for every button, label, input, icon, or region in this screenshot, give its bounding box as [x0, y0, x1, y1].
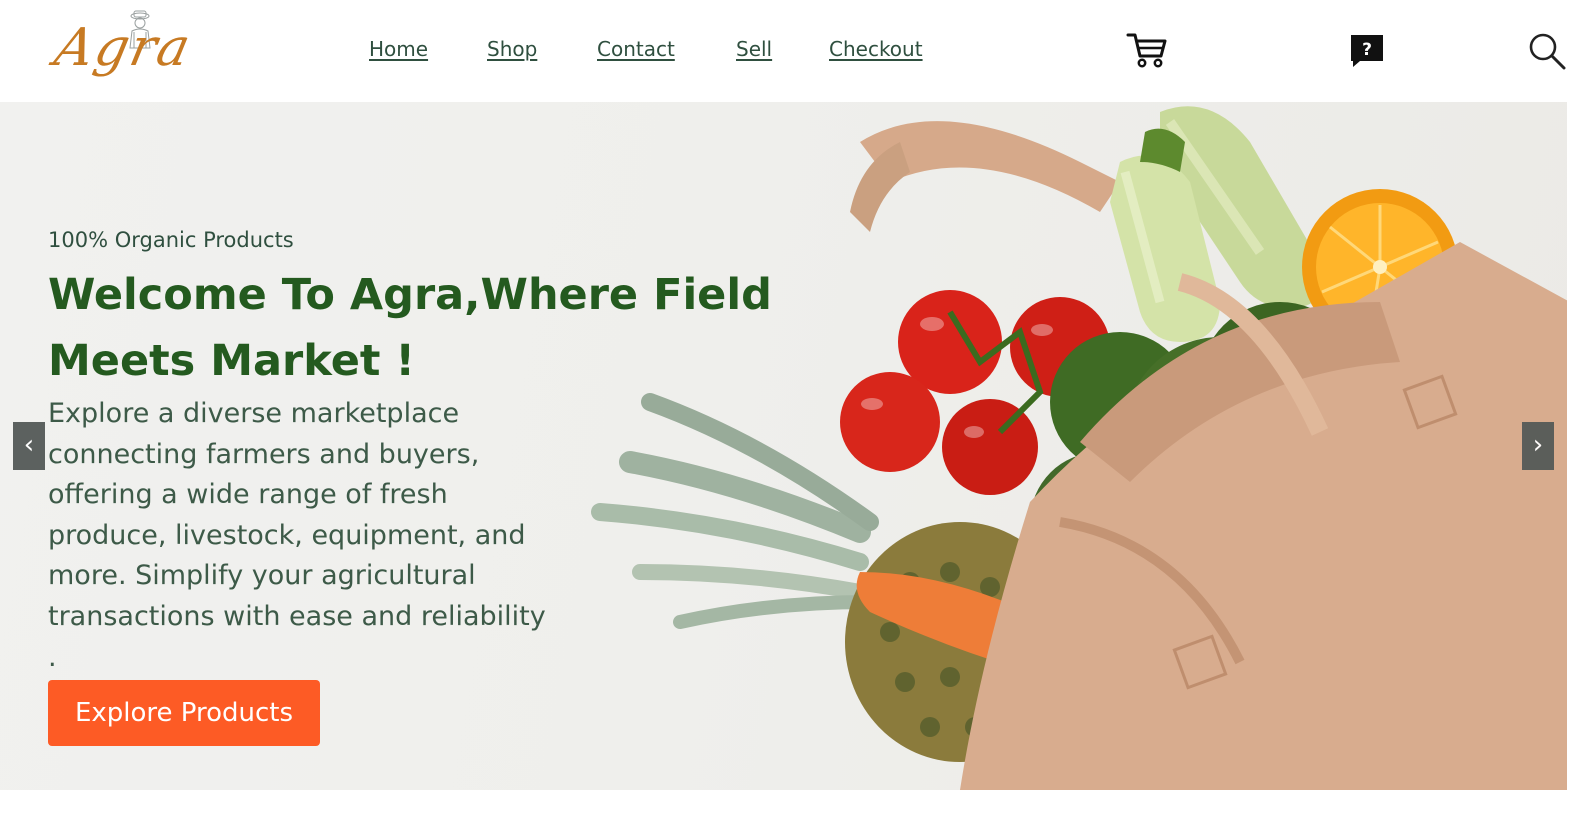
nav-shop-link[interactable]: Shop: [487, 37, 537, 61]
explore-products-button[interactable]: Explore Products: [48, 680, 320, 746]
nav-sell-link[interactable]: Sell: [736, 37, 772, 61]
hero-tagline: 100% Organic Products: [48, 228, 294, 252]
site-header: Agra Home Shop Contact Sell Checkout ?: [0, 0, 1567, 102]
hero-description: Explore a diverse marketplace connecting…: [48, 398, 546, 673]
help-chat-icon: ?: [1351, 35, 1383, 67]
carousel-prev-button[interactable]: ‹: [13, 422, 45, 470]
search-button[interactable]: [1528, 32, 1566, 70]
hero-headline: Welcome To Agra,Where Field Meets Market…: [48, 270, 772, 386]
produce-bag-image: [591, 106, 1567, 790]
cart-icon: [1126, 33, 1167, 68]
nav-home-link[interactable]: Home: [369, 37, 428, 61]
page-scrollbar[interactable]: [1567, 0, 1587, 823]
nav-contact-link[interactable]: Contact: [597, 37, 675, 61]
logo-wordmark: Agra: [49, 18, 198, 78]
carousel-next-button[interactable]: ›: [1522, 422, 1554, 470]
nav-checkout-link[interactable]: Checkout: [829, 37, 923, 61]
help-button[interactable]: ?: [1350, 34, 1384, 68]
cart-button[interactable]: [1126, 30, 1168, 70]
hero-carousel: 100% Organic Products Welcome To Agra,Wh…: [0, 102, 1567, 790]
search-icon: [1529, 33, 1566, 70]
help-glyph: ?: [1362, 40, 1372, 60]
agra-logo[interactable]: Agra: [48, 6, 216, 98]
